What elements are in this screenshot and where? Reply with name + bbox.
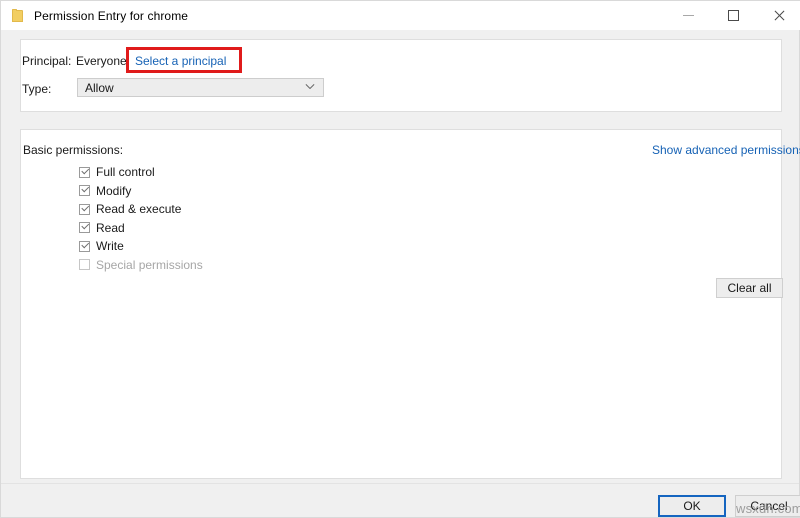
type-select[interactable]: Allow <box>77 78 324 97</box>
checkbox-read-execute[interactable] <box>79 203 90 215</box>
chevron-down-icon <box>306 84 314 92</box>
checkbox-modify[interactable] <box>79 185 90 197</box>
window-title: Permission Entry for chrome <box>34 8 189 23</box>
list-item[interactable]: Full control <box>79 163 379 182</box>
principal-label: Principal: <box>22 54 72 68</box>
type-label: Type: <box>22 82 52 96</box>
principal-panel <box>20 39 782 112</box>
caption-buttons <box>666 1 800 30</box>
permissions-list: Full control Modify Read & execute Read … <box>79 163 379 274</box>
permission-label: Read & execute <box>96 202 182 217</box>
permission-label: Special permissions <box>96 257 203 272</box>
permission-label: Full control <box>96 165 155 180</box>
basic-permissions-label: Basic permissions: <box>23 143 124 157</box>
list-item[interactable]: Read & execute <box>79 200 379 219</box>
close-button[interactable] <box>756 1 800 30</box>
checkbox-special-permissions <box>79 259 90 271</box>
folder-icon <box>10 8 26 24</box>
cancel-button[interactable]: Cancel <box>735 495 800 517</box>
permission-label: Modify <box>96 183 132 198</box>
principal-value: Everyone <box>76 54 127 68</box>
clear-all-button[interactable]: Clear all <box>716 278 783 298</box>
select-a-principal-link[interactable]: Select a principal <box>135 54 226 68</box>
list-item[interactable]: Write <box>79 237 379 256</box>
permission-entry-dialog: Permission Entry for chrome Principal: E… <box>0 0 800 518</box>
minimize-icon <box>683 15 694 16</box>
checkbox-read[interactable] <box>79 222 90 234</box>
type-selected-value: Allow <box>85 80 114 95</box>
permission-label: Write <box>96 239 124 254</box>
close-icon <box>773 10 785 22</box>
title-bar: Permission Entry for chrome <box>1 1 800 30</box>
maximize-button[interactable] <box>711 1 756 30</box>
checkbox-write[interactable] <box>79 240 90 252</box>
checkbox-full-control[interactable] <box>79 166 90 178</box>
list-item: Special permissions <box>79 256 379 275</box>
ok-button[interactable]: OK <box>658 495 726 517</box>
maximize-icon <box>728 10 739 21</box>
minimize-button[interactable] <box>666 1 711 30</box>
permission-label: Read <box>96 220 125 235</box>
show-advanced-permissions-link[interactable]: Show advanced permissions <box>652 143 800 157</box>
list-item[interactable]: Modify <box>79 182 379 201</box>
list-item[interactable]: Read <box>79 219 379 238</box>
